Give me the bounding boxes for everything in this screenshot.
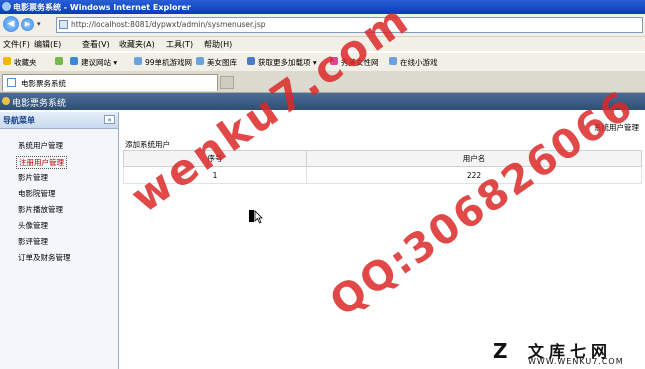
address-toolbar: ◀ ▶ ▾ http://localhost:8081/dypwxt/admin… <box>0 14 645 37</box>
page-icon <box>7 78 16 87</box>
logo-mark: Z <box>493 339 508 363</box>
window-title-bar: 电影票务系统 - Windows Internet Explorer <box>0 0 645 14</box>
history-dropdown-icon[interactable]: ▾ <box>37 20 41 28</box>
tab-movie-system[interactable]: 电影票务系统 <box>2 74 218 91</box>
menu-view[interactable]: 查看(V) <box>82 39 110 50</box>
forward-arrow-icon[interactable]: ▶ <box>21 18 34 31</box>
sidebar-item-registered-users[interactable]: 注册用户管理 <box>16 156 67 169</box>
sidebar-item-avatars[interactable]: 头像管理 <box>18 220 48 231</box>
address-url[interactable]: http://localhost:8081/dypwxt/admin/sysme… <box>71 20 266 29</box>
logo-url: WWW.WENKU7.COM <box>528 357 624 366</box>
page-icon <box>389 57 397 65</box>
app-logo-icon <box>2 97 10 105</box>
collapse-icon[interactable]: « <box>104 115 115 124</box>
menu-edit[interactable]: 编辑(E) <box>34 39 61 50</box>
menu-tools[interactable]: 工具(T) <box>166 39 193 50</box>
back-arrow-icon[interactable]: ◀ <box>3 16 19 32</box>
add-favorite-icon[interactable] <box>55 57 63 65</box>
wenku-logo: Z 文库七网 WWW.WENKU7.COM <box>488 336 645 369</box>
app-title: 电影票务系统 <box>12 99 67 109</box>
tab-title: 电影票务系统 <box>21 79 66 88</box>
menu-favorites[interactable]: 收藏夹(A) <box>119 39 155 50</box>
sidebar-item-orders-finance[interactable]: 订单及财务管理 <box>18 252 71 263</box>
sidebar-header: 导航菜单 « <box>0 112 118 129</box>
menu-help[interactable]: 帮助(H) <box>204 39 232 50</box>
suggested-sites-icon <box>70 57 78 65</box>
fav-gallery[interactable]: 美女图库 <box>207 57 237 68</box>
sidebar-title: 导航菜单 <box>3 116 35 125</box>
sidebar-item-system-users[interactable]: 系统用户管理 <box>18 140 63 151</box>
menu-file[interactable]: 文件(F) <box>3 39 30 50</box>
mouse-cursor-icon <box>249 210 263 224</box>
window-title: 电影票务系统 - Windows Internet Explorer <box>13 3 191 12</box>
sidebar: 导航菜单 « 系统用户管理 注册用户管理 影片管理 电影院管理 影片播放管理 头… <box>0 112 119 369</box>
sidebar-item-films[interactable]: 影片管理 <box>18 172 48 183</box>
favorites-button[interactable]: 收藏夹 <box>14 57 37 68</box>
page-icon <box>134 57 142 65</box>
page-icon <box>59 20 68 29</box>
new-tab-button[interactable] <box>220 76 234 89</box>
ie-logo-icon <box>2 2 11 11</box>
sidebar-item-screenings[interactable]: 影片播放管理 <box>18 204 63 215</box>
sidebar-item-reviews[interactable]: 影评管理 <box>18 236 48 247</box>
fav-online-games[interactable]: 在线小游戏 <box>400 57 438 68</box>
add-system-user-link[interactable]: 添加系统用户 <box>125 139 170 150</box>
star-icon <box>3 57 11 65</box>
page-icon <box>196 57 204 65</box>
fav-suggested-sites[interactable]: 建议网站 ▾ <box>81 57 117 68</box>
fav-games[interactable]: 99单机游戏网 <box>145 57 192 68</box>
addons-icon <box>247 57 255 65</box>
sidebar-item-cinemas[interactable]: 电影院管理 <box>18 188 56 199</box>
